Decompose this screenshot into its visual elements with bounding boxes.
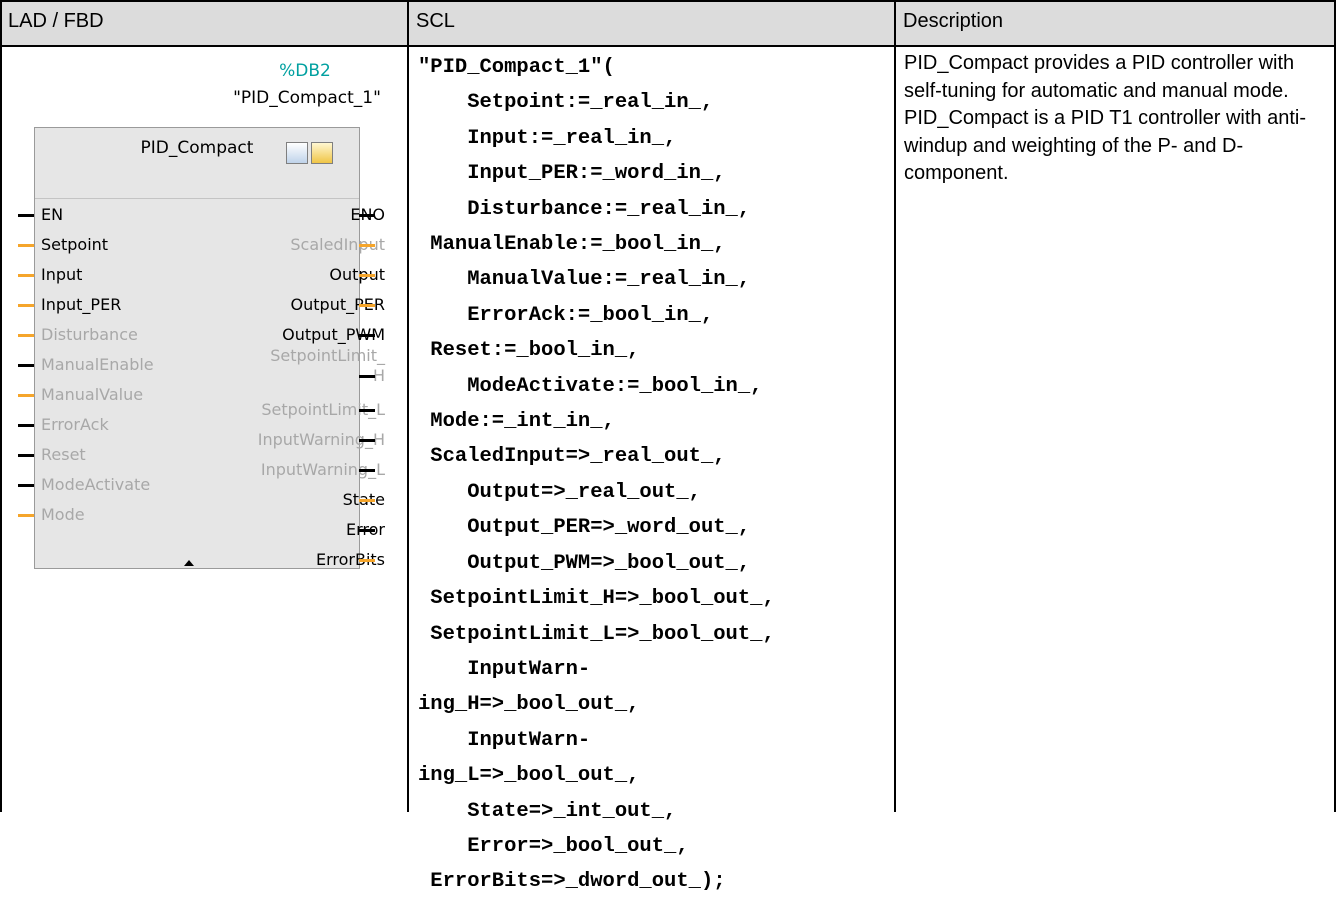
pin-connector [359, 499, 375, 502]
scl-line: ing_L=>_bool_out_, [418, 764, 640, 788]
expand-arrow-icon[interactable] [184, 560, 194, 566]
pin-connector [359, 334, 375, 337]
pin-connector [18, 274, 34, 277]
column-divider [407, 0, 409, 812]
header-description: Description [903, 10, 1004, 32]
pin-connector [359, 375, 375, 378]
pin-connector [18, 484, 34, 487]
pin-connector [359, 559, 375, 562]
pin-connector [359, 529, 375, 532]
scl-line: Reset:=_bool_in_, [418, 339, 640, 363]
header-lad-fbd: LAD / FBD [8, 10, 104, 32]
pin-connector [359, 274, 375, 277]
scl-line: Disturbance:=_real_in_, [418, 197, 751, 221]
header-cell-scl: SCL [408, 0, 895, 47]
instruction-table: LAD / FBD SCL Description %DB2 "PID_Comp… [0, 0, 1336, 893]
scl-line: Output=>_real_out_, [418, 480, 701, 504]
pin-connector [359, 469, 375, 472]
pin-connector [18, 424, 34, 427]
header-scl: SCL [416, 10, 455, 32]
function-block: PID_Compact EN Setpoint Input Input_PER Dist… [34, 127, 385, 569]
input-pin-en[interactable]: EN [41, 203, 63, 227]
description-text: PID_Compact provides a PID controller wi… [904, 52, 1307, 184]
pin-connector [18, 394, 34, 397]
instance-name: "PID_Compact_1" [233, 88, 381, 108]
pin-connector [18, 214, 34, 217]
pin-connector [359, 304, 375, 307]
scl-line: Error=>_bool_out_, [418, 834, 689, 858]
pin-connector [18, 244, 34, 247]
pin-connector [359, 439, 375, 442]
input-pin-manualvalue[interactable]: ManualValue [41, 383, 143, 407]
scl-line: Output_PWM=>_bool_out_, [418, 551, 751, 575]
pin-connector [359, 214, 375, 217]
column-divider [0, 0, 2, 812]
block-header: PID_Compact [35, 128, 359, 199]
input-pin-disturbance[interactable]: Disturbance [41, 323, 138, 347]
input-pin-mode[interactable]: Mode [41, 503, 85, 527]
scl-line: Setpoint:=_real_in_, [418, 91, 714, 115]
scl-line: SetpointLimit_H=>_bool_out_, [418, 587, 775, 611]
input-pin-input[interactable]: Input [41, 263, 82, 287]
column-divider [894, 0, 896, 812]
pin-connector [359, 244, 375, 247]
scl-line: ScaledInput=>_real_out_, [418, 445, 726, 469]
pin-connector [18, 334, 34, 337]
db-number: %DB2 [279, 61, 331, 81]
scl-line: InputWarn- [418, 657, 591, 681]
scl-line: Input:=_real_in_, [418, 126, 677, 150]
header-cell-description: Description [895, 0, 1336, 47]
input-pin-manualenable[interactable]: ManualEnable [41, 353, 154, 377]
scl-code: "PID_Compact_1"( Setpoint:=_real_in_, In… [418, 50, 775, 900]
pin-connector [18, 364, 34, 367]
scl-line: ManualValue:=_real_in_, [418, 268, 751, 292]
input-pin-setpoint[interactable]: Setpoint [41, 233, 108, 257]
scl-line: ErrorBits=>_dword_out_); [418, 870, 726, 894]
block-info-icon[interactable] [286, 142, 308, 164]
pin-connector [359, 409, 375, 412]
scl-line: Input_PER:=_word_in_, [418, 162, 726, 186]
input-pin-errorack[interactable]: ErrorAck [41, 413, 109, 437]
header-cell-lad-fbd: LAD / FBD [0, 0, 408, 47]
pin-connector [18, 304, 34, 307]
input-pin-reset[interactable]: Reset [41, 443, 86, 467]
scl-line: Output_PER=>_word_out_, [418, 516, 751, 540]
scl-line: Mode:=_int_in_, [418, 410, 615, 434]
scl-line: ErrorAck:=_bool_in_, [418, 303, 714, 327]
scl-line: ModeActivate:=_bool_in_, [418, 374, 763, 398]
pin-connector [18, 514, 34, 517]
scl-line: InputWarn- [418, 728, 591, 752]
input-pin-modeactivate[interactable]: ModeActivate [41, 473, 150, 497]
scl-line: SetpointLimit_L=>_bool_out_, [418, 622, 775, 646]
scl-line: "PID_Compact_1"( [418, 56, 615, 79]
input-pin-input-per[interactable]: Input_PER [41, 293, 121, 317]
warning-icon[interactable] [311, 142, 333, 164]
scl-line: State=>_int_out_, [418, 799, 677, 823]
pin-connector [18, 454, 34, 457]
scl-line: ing_H=>_bool_out_, [418, 693, 640, 717]
scl-line: ManualEnable:=_bool_in_, [418, 233, 726, 257]
